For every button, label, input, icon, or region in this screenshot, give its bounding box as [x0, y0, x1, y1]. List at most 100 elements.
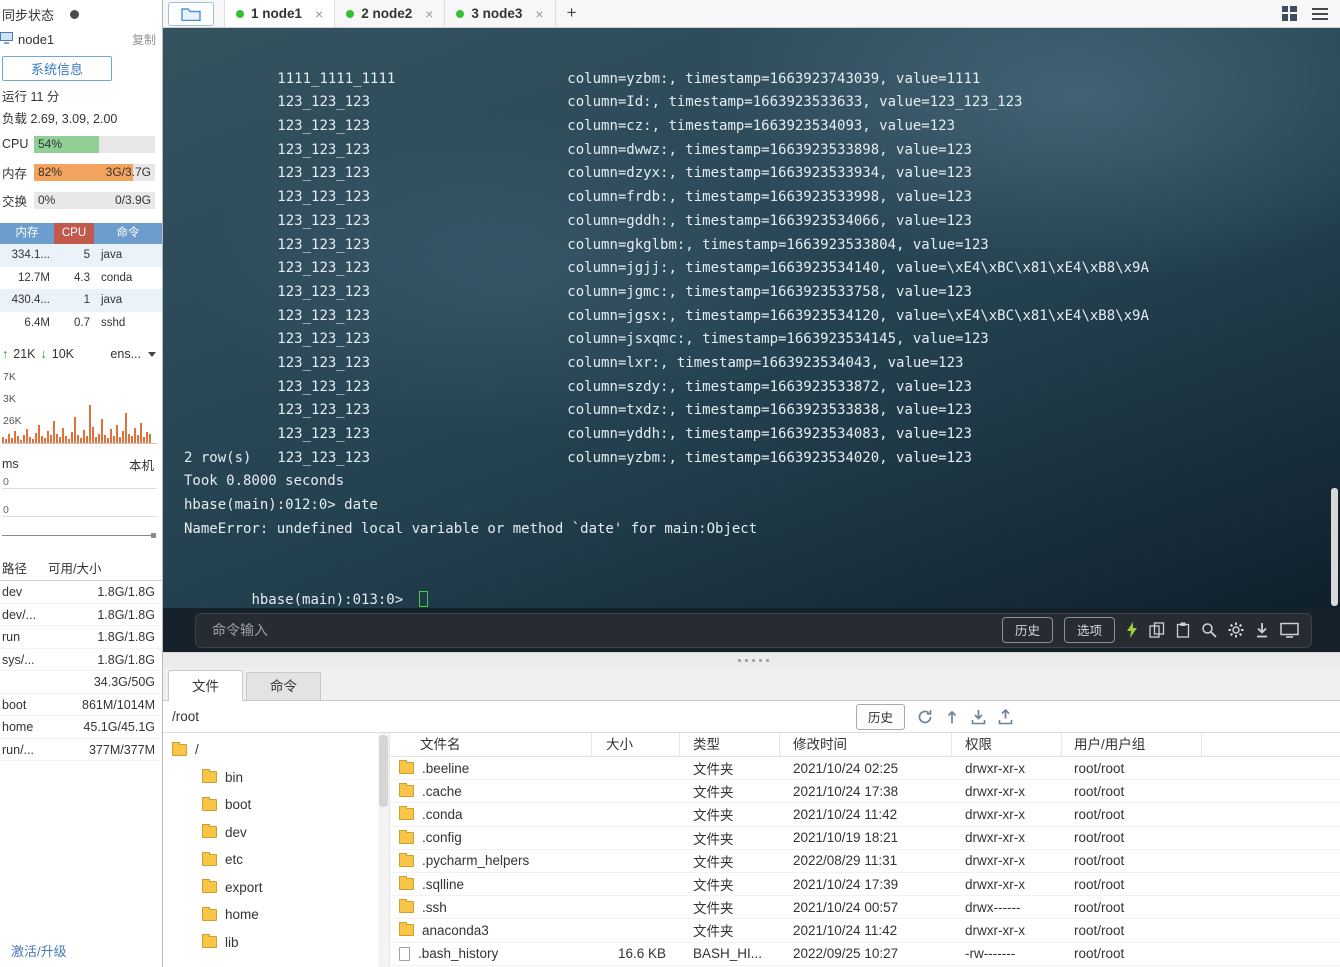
terminal-tab[interactable]: 1 node1 ×	[224, 0, 336, 27]
download-icon[interactable]	[1255, 622, 1269, 638]
process-row[interactable]: 12.7M 4.3 conda	[0, 267, 162, 290]
disk-free-size: 377M/377M	[88, 742, 155, 757]
new-tab-button[interactable]: +	[556, 0, 588, 27]
terminal-tab[interactable]: 2 node2 ×	[335, 0, 446, 27]
network-bar	[134, 428, 136, 443]
system-info-button[interactable]: 系统信息	[2, 56, 112, 81]
row-key: 123_123_123	[277, 94, 371, 111]
path-history-button[interactable]: 历史	[856, 703, 906, 730]
network-bar	[137, 435, 139, 443]
tree-item[interactable]: bin	[163, 764, 389, 792]
disk-table-header[interactable]: 路径 可用/大小	[0, 558, 162, 581]
command-input[interactable]: 命令输入	[212, 620, 1002, 640]
upload-tray-icon[interactable]	[998, 708, 1013, 725]
tree-item[interactable]: home	[163, 901, 389, 929]
file-type-icon	[399, 760, 414, 775]
col-filename[interactable]: 文件名	[390, 733, 592, 756]
network-scale-label: 7K	[3, 371, 16, 383]
screen-icon[interactable]	[1280, 622, 1299, 638]
tab-files[interactable]: 文件	[168, 670, 243, 701]
col-size[interactable]: 大小	[592, 733, 680, 756]
process-table-header[interactable]: 内存 CPU 命令	[0, 223, 162, 244]
transfer-icon[interactable]	[945, 709, 959, 725]
history-button[interactable]: 历史	[1001, 617, 1053, 643]
tree-item[interactable]: boot	[163, 791, 389, 819]
tree-item-root[interactable]: /	[163, 736, 389, 764]
tree-label: lib	[225, 934, 239, 950]
tree-item[interactable]: dev	[163, 819, 389, 847]
file-row[interactable]: .config 文件夹 2021/10/19 18:21 drwxr-xr-x …	[390, 827, 1340, 850]
disk-row[interactable]: dev/... 1.8G/1.8G	[0, 604, 162, 626]
disk-row[interactable]: run 1.8G/1.8G	[0, 626, 162, 649]
disk-col-path[interactable]: 路径	[2, 558, 48, 580]
download-tray-icon[interactable]	[971, 709, 986, 725]
options-button[interactable]: 选项	[1063, 617, 1115, 643]
refresh-icon[interactable]	[917, 709, 933, 725]
file-row[interactable]: anaconda3 文件夹 2021/10/24 11:42 drwxr-xr-…	[390, 919, 1340, 943]
download-arrow-icon: ↓	[40, 347, 47, 361]
file-mtime: 2021/10/24 11:42	[793, 806, 898, 822]
panel-resize-handle[interactable]	[163, 652, 1340, 668]
col-owner[interactable]: 用户/用户组	[1062, 733, 1202, 756]
col-permissions[interactable]: 权限	[952, 733, 1062, 756]
tab-commands[interactable]: 命令	[246, 672, 321, 700]
tree-item[interactable]: etc	[163, 846, 389, 874]
file-row[interactable]: .sqlline 文件夹 2021/10/24 17:39 drwxr-xr-x…	[390, 873, 1340, 897]
copy-icon[interactable]	[1149, 622, 1165, 638]
ping-target-label[interactable]: 本机	[129, 455, 154, 474]
interface-select[interactable]: ens...	[110, 347, 141, 361]
lightning-icon[interactable]	[1126, 622, 1138, 638]
process-row[interactable]: 334.1... 5 java	[0, 244, 162, 267]
row-detail: column=szdy:, timestamp=1663923533872, v…	[567, 378, 972, 395]
disk-row[interactable]: 34.3G/50G	[0, 671, 162, 694]
close-tab-icon[interactable]: ×	[535, 6, 543, 22]
file-row[interactable]: .beeline 文件夹 2021/10/24 02:25 drwxr-xr-x…	[390, 757, 1340, 781]
grid-view-icon[interactable]	[1282, 6, 1297, 21]
terminal-scrollbar[interactable]	[1331, 488, 1338, 606]
paste-icon[interactable]	[1176, 622, 1190, 638]
connection-manager-button[interactable]	[168, 1, 214, 26]
disk-col-free-size[interactable]: 可用/大小	[48, 558, 101, 580]
chevron-down-icon[interactable]	[148, 351, 156, 357]
disk-row[interactable]: dev 1.8G/1.8G	[0, 581, 162, 604]
copy-button[interactable]: 复制	[132, 31, 156, 48]
process-col-memory[interactable]: 内存	[0, 223, 54, 244]
node-name: node1	[18, 31, 55, 47]
disk-row[interactable]: sys/... 1.8G/1.8G	[0, 649, 162, 671]
process-col-command[interactable]: 命令	[94, 223, 162, 244]
row-key: 123_123_123	[277, 236, 371, 253]
disk-row[interactable]: home 45.1G/45.1G	[0, 716, 162, 739]
network-bar	[92, 427, 94, 443]
close-tab-icon[interactable]: ×	[315, 6, 323, 22]
col-type[interactable]: 类型	[680, 733, 780, 756]
file-row[interactable]: .ssh 文件夹 2021/10/24 00:57 drwx------ roo…	[390, 896, 1340, 920]
disk-row[interactable]: run/... 377M/377M	[0, 739, 162, 761]
process-row[interactable]: 6.4M 0.7 sshd	[0, 312, 162, 335]
activate-upgrade-link[interactable]: 激活/升级	[11, 941, 67, 960]
search-icon[interactable]	[1201, 622, 1217, 638]
close-tab-icon[interactable]: ×	[425, 6, 433, 22]
tree-scrollbar[interactable]	[378, 733, 389, 967]
menu-icon[interactable]	[1312, 7, 1328, 20]
gear-icon[interactable]	[1228, 622, 1244, 638]
file-row[interactable]: .pycharm_helpers 文件夹 2022/08/29 11:31 dr…	[390, 850, 1340, 873]
row-detail: column=jgmc:, timestamp=1663923533758, v…	[567, 283, 972, 300]
terminal-output[interactable]: 1111_1111_1111 column=yzbm:, timestamp=16…	[163, 28, 1340, 608]
tree-item[interactable]: lib	[163, 929, 389, 957]
path-input[interactable]: /root	[172, 709, 844, 724]
monitor-sidebar: 同步状态 node1 复制 系统信息 运行 11 分 负载 2.69, 3.09…	[0, 0, 163, 967]
row-key: 1111_1111_1111	[277, 70, 396, 87]
process-row[interactable]: 430.4... 1 java	[0, 289, 162, 312]
tree-item[interactable]: export	[163, 874, 389, 902]
terminal-tab[interactable]: 3 node3 ×	[445, 0, 556, 27]
disk-row[interactable]: boot 861M/1014M	[0, 694, 162, 716]
file-table-header[interactable]: 文件名 大小 类型 修改时间 权限 用户/用户组	[390, 733, 1340, 757]
process-col-cpu[interactable]: CPU	[54, 223, 94, 244]
file-row[interactable]: .cache 文件夹 2021/10/24 17:38 drwxr-xr-x r…	[390, 780, 1340, 804]
col-mtime[interactable]: 修改时间	[780, 733, 952, 756]
file-row[interactable]: .bash_history 16.6 KB BASH_HI... 2022/09…	[390, 943, 1340, 966]
ping-chart: 0 0	[2, 474, 157, 544]
row-key: 123_123_123	[277, 165, 371, 182]
file-row[interactable]: .conda 文件夹 2021/10/24 11:42 drwxr-xr-x r…	[390, 803, 1340, 827]
